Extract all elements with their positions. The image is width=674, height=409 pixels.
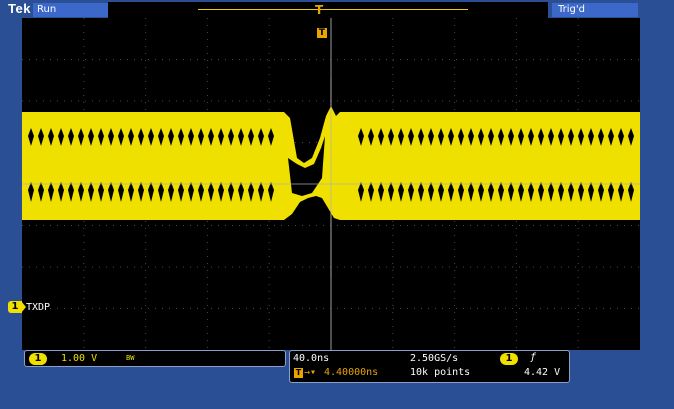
vertical-scale: 1.00 V bbox=[61, 353, 98, 364]
record-line bbox=[198, 9, 468, 10]
trigger-slope-icon: ƒ bbox=[530, 352, 537, 363]
timebase-readout[interactable]: 40.0ns 2.50GS/s T →▾ 4.40000ns 10k point… bbox=[289, 350, 570, 383]
record-position-marker[interactable]: T bbox=[315, 3, 323, 17]
channel-label: TXDP bbox=[26, 302, 51, 313]
delay-arrow-icon: →▾ bbox=[304, 367, 317, 378]
status-bar: Tek Run T Trig'd bbox=[0, 0, 674, 18]
brand-logo: Tek bbox=[8, 1, 31, 16]
graticule bbox=[22, 18, 640, 350]
trigger-source-badge: 1 bbox=[500, 353, 518, 365]
bandwidth-limit-indicator: BW bbox=[126, 354, 135, 362]
waveform-display[interactable] bbox=[22, 18, 640, 350]
horizontal-delay: 4.40000ns bbox=[324, 367, 379, 378]
trigger-position-icon[interactable]: T bbox=[317, 28, 327, 38]
trigger-level: 4.42 V bbox=[524, 367, 561, 378]
channel-1-readout-badge: 1 bbox=[29, 353, 47, 365]
trigger-status: Trig'd bbox=[552, 3, 638, 17]
channel-1-readout[interactable]: 1 1.00 V BW bbox=[24, 350, 286, 367]
run-status[interactable]: Run bbox=[33, 3, 108, 17]
record-length: 10k points bbox=[410, 367, 471, 378]
sample-rate: 2.50GS/s bbox=[410, 353, 459, 364]
channel-1-badge: 1 bbox=[8, 301, 22, 313]
record-view-bar[interactable]: T bbox=[108, 2, 548, 18]
horizontal-scale: 40.0ns bbox=[293, 353, 330, 364]
delay-trigger-icon: T bbox=[294, 368, 303, 378]
